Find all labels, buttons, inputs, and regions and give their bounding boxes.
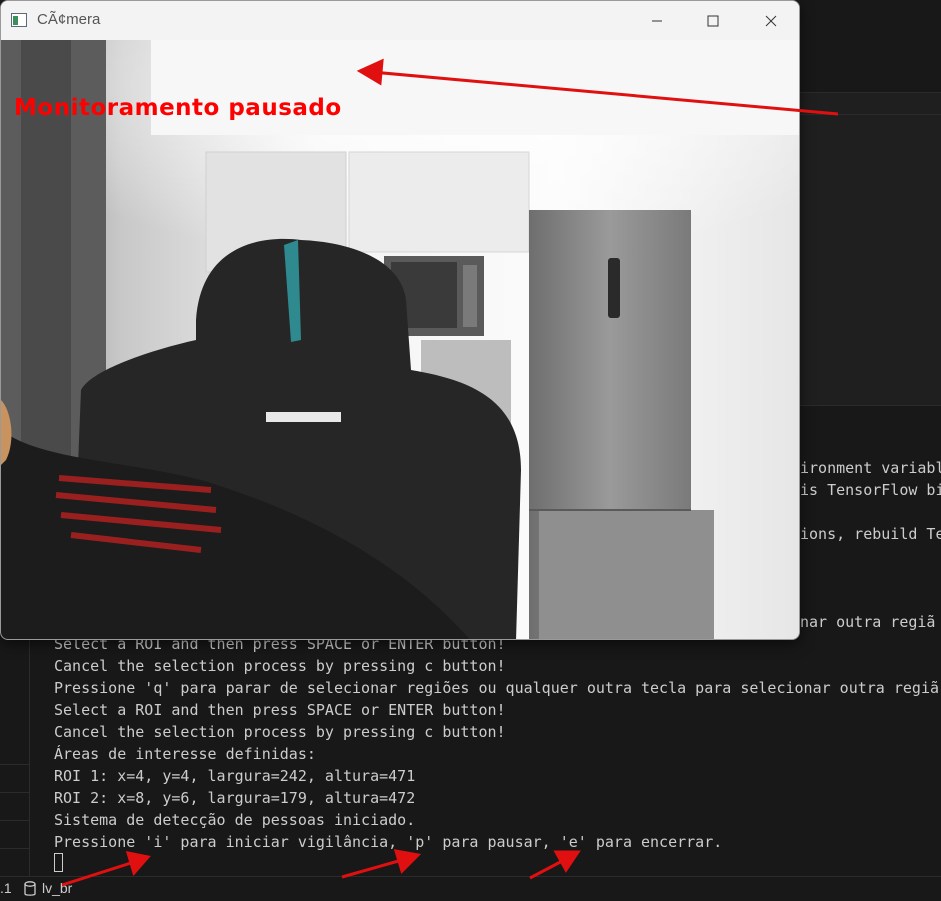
terminal-line: Select a ROI and then press SPACE or ENT… — [54, 701, 506, 719]
status-branch[interactable]: lv_br — [42, 880, 72, 896]
terminal-line: Áreas de interesse definidas: — [54, 745, 316, 763]
minimize-icon — [652, 20, 662, 21]
app-icon — [11, 13, 27, 27]
close-icon — [765, 15, 777, 26]
camera-window[interactable]: CÃ¢mera Monitoramento pausado — [0, 0, 800, 640]
window-titlebar[interactable]: CÃ¢mera — [1, 1, 799, 40]
database-icon — [24, 881, 36, 896]
terminal-line: Pressione 'i' para iniciar vigilância, '… — [54, 833, 723, 851]
terminal-line: Sistema de detecção de pessoas iniciado. — [54, 811, 416, 829]
ide-divider — [800, 114, 941, 115]
camera-feed: Monitoramento pausado — [1, 40, 799, 639]
ide-divider — [800, 92, 941, 93]
terminal-line: Cancel the selection process by pressing… — [54, 723, 506, 741]
maximize-button[interactable] — [685, 1, 741, 40]
terminal-fragment: nar outra regiã — [800, 613, 936, 631]
minimize-button[interactable] — [629, 1, 685, 40]
gutter-divider — [0, 764, 30, 765]
terminal-line: ROI 1: x=4, y=4, largura=242, altura=471 — [54, 767, 416, 785]
window-title: CÃ¢mera — [37, 11, 101, 28]
terminal-line: Pressione 'q' para parar de selecionar r… — [54, 679, 940, 697]
terminal-line: ROI 2: x=8, y=6, largura=179, altura=472 — [54, 789, 416, 807]
terminal-cursor[interactable] — [54, 853, 63, 872]
gutter-divider — [0, 848, 30, 849]
status-overlay-text: Monitoramento pausado — [14, 95, 342, 121]
camera-image — [1, 40, 799, 639]
close-button[interactable] — [743, 1, 799, 40]
terminal-fragment: ions, rebuild Te — [800, 525, 941, 543]
gutter-divider — [0, 820, 30, 821]
status-bar: .1 lv_br — [0, 876, 941, 901]
terminal-fragment: ironment variabl — [800, 459, 941, 477]
terminal-line: Cancel the selection process by pressing… — [54, 657, 506, 675]
status-port[interactable]: .1 — [0, 880, 12, 896]
terminal-gutter — [0, 640, 30, 876]
maximize-icon — [707, 15, 719, 26]
ide-editor-area — [800, 0, 941, 92]
terminal-fragment: is TensorFlow bi — [800, 481, 941, 499]
gutter-divider — [0, 792, 30, 793]
